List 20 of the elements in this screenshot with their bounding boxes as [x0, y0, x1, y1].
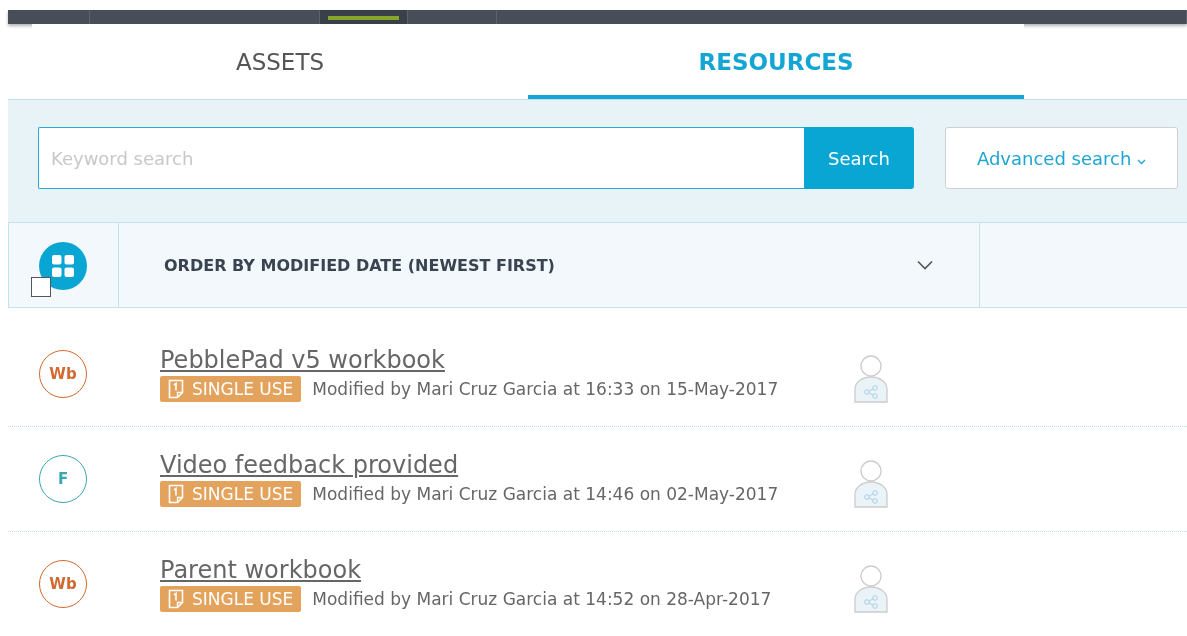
chevron-down-icon [917, 260, 933, 270]
modified-text: Modified by Mari Cruz Garcia at 14:52 on 28-Apr-2017 [312, 589, 772, 609]
shared-user-icon[interactable] [854, 355, 888, 403]
resource-title-link[interactable]: Video feedback provided [160, 451, 459, 479]
document-icon [168, 484, 184, 504]
caret-icon [1137, 158, 1147, 165]
document-icon [168, 379, 184, 399]
shared-user-icon[interactable] [854, 565, 888, 613]
resource-title-link[interactable]: PebblePad v5 workbook [160, 346, 445, 374]
modified-text: Modified by Mari Cruz Garcia at 16:33 on 15-May-2017 [312, 379, 779, 399]
select-all-checkbox[interactable] [31, 277, 51, 297]
modified-text: Modified by Mari Cruz Garcia at 14:46 on 02-May-2017 [312, 484, 779, 504]
single-use-tag: SINGLE USE [160, 481, 302, 507]
resource-title-link[interactable]: Parent workbook [160, 556, 362, 584]
document-icon [168, 589, 184, 609]
shared-user-icon[interactable] [854, 460, 888, 508]
order-by-dropdown[interactable]: ORDER BY MODIFIED DATE (NEWEST FIRST) [119, 223, 980, 307]
single-use-tag: SINGLE USE [160, 586, 302, 612]
toolbar-segment[interactable] [320, 10, 408, 24]
single-use-tag: SINGLE USE [160, 376, 302, 402]
